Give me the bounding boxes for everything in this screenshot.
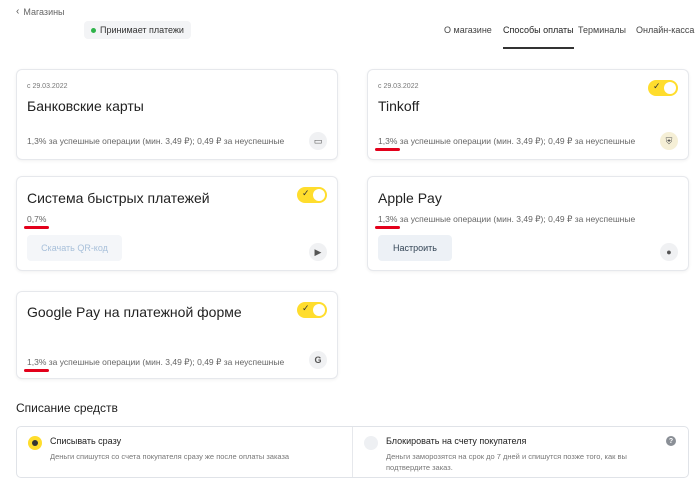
check-icon: ✓ — [302, 303, 310, 313]
charge-option-label: Блокировать на счету покупателя — [386, 436, 527, 446]
charge-option-immediate[interactable]: Списывать сразу Деньги спишутся со счета… — [17, 427, 352, 477]
radio-selected[interactable] — [28, 436, 42, 450]
red-underline-mark — [375, 148, 401, 151]
tinkoff-toggle[interactable]: ✓ — [648, 80, 678, 96]
card-sbp[interactable]: Система быстрых платежей ✓ 0,7% Скачать … — [16, 176, 338, 271]
bank-title: Банковские карты — [27, 98, 144, 114]
tab-terminals[interactable]: Терминалы — [578, 25, 626, 49]
charge-option-hold[interactable]: Блокировать на счету покупателя Деньги з… — [352, 427, 688, 477]
back-link-label: Магазины — [23, 6, 65, 17]
tab-bar: О магазине Способы оплаты Терминалы Онла… — [0, 25, 700, 49]
radio-unselected[interactable] — [364, 436, 378, 450]
sbp-toggle[interactable]: ✓ — [297, 187, 327, 203]
google-fee: 1,3% за успешные операции (мин. 3,49 ₽);… — [24, 357, 284, 372]
apple-title: Apple Pay — [378, 190, 442, 206]
sbp-fee-percent: 0,7% — [24, 214, 50, 229]
google-toggle[interactable]: ✓ — [297, 302, 327, 318]
red-underline-mark — [24, 369, 50, 372]
google-logo-icon: G — [309, 351, 327, 369]
apple-fee: 1,3% за успешные операции (мин. 3,49 ₽);… — [375, 214, 635, 229]
check-icon: ✓ — [653, 81, 661, 91]
check-icon: ✓ — [302, 188, 310, 198]
bank-fee: 1,3% за успешные операции (мин. 3,49 ₽);… — [27, 136, 285, 146]
tab-online-cashbox[interactable]: Онлайн-касса — [636, 25, 694, 49]
tinkoff-title: Tinkoff — [378, 98, 420, 114]
card-icon: ▭ — [309, 132, 327, 150]
charge-options: Списывать сразу Деньги спишутся со счета… — [16, 426, 689, 478]
help-icon[interactable]: ? — [666, 436, 676, 446]
tinkoff-fee: 1,3% за успешные операции (мин. 3,49 ₽);… — [375, 136, 635, 151]
download-qr-button[interactable]: Скачать QR-код — [27, 235, 122, 261]
tinkoff-since: с 29.03.2022 — [378, 83, 419, 90]
tinkoff-fee-percent: 1,3% — [375, 136, 401, 151]
sbp-title: Система быстрых платежей — [27, 190, 210, 206]
tab-payment-methods[interactable]: Способы оплаты — [503, 25, 574, 49]
charge-option-desc: Деньги заморозятся на срок до 7 дней и с… — [386, 452, 627, 472]
card-tinkoff[interactable]: с 29.03.2022 Tinkoff ✓ 1,3% за успешные … — [367, 69, 689, 160]
red-underline-mark — [24, 226, 50, 229]
back-link[interactable]: ‹ Магазины — [16, 6, 65, 17]
chevron-left-icon: ‹ — [16, 6, 20, 17]
bank-since: с 29.03.2022 — [27, 83, 68, 90]
google-fee-percent: 1,3% — [24, 357, 50, 372]
google-title: Google Pay на платежной форме — [27, 304, 242, 320]
sbp-fee: 0,7% — [24, 214, 50, 229]
sbp-logo-icon: ▶ — [309, 243, 327, 261]
apple-logo-icon: ● — [660, 243, 678, 261]
red-underline-mark — [375, 226, 401, 229]
charge-option-desc: Деньги спишутся со счета покупателя сраз… — [50, 452, 290, 461]
tinkoff-logo-icon: ⛨ — [660, 132, 678, 150]
configure-button[interactable]: Настроить — [378, 235, 452, 261]
card-google-pay[interactable]: Google Pay на платежной форме ✓ 1,3% за … — [16, 291, 338, 379]
tab-about[interactable]: О магазине — [444, 25, 492, 49]
card-bank-cards[interactable]: с 29.03.2022 Банковские карты 1,3% за ус… — [16, 69, 338, 160]
section-title-charge: Списание средств — [16, 401, 118, 415]
card-apple-pay[interactable]: Apple Pay 1,3% за успешные операции (мин… — [367, 176, 689, 271]
apple-fee-percent: 1,3% — [375, 214, 401, 229]
charge-option-label: Списывать сразу — [50, 436, 122, 446]
